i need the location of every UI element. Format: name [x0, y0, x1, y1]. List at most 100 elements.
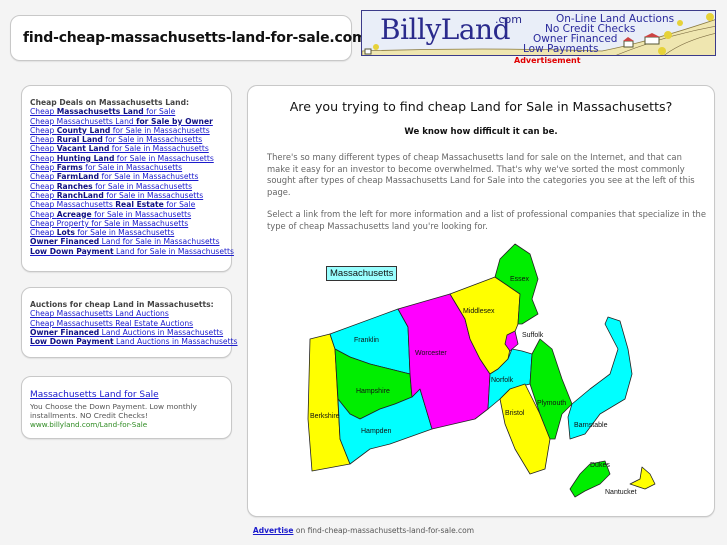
- county-label-essex: Essex: [510, 276, 530, 283]
- link-text-bold: Lots: [56, 228, 75, 238]
- deals-link[interactable]: Cheap County Land for Sale in Massachuse…: [30, 126, 234, 135]
- text-ad-box: Massachusetts Land for Sale You Choose t…: [21, 376, 232, 439]
- link-text-bold: Owner Financed: [30, 237, 100, 247]
- link-text-pre: Cheap: [30, 163, 57, 173]
- deals-link[interactable]: Cheap Massachusetts Land for Sale by Own…: [30, 117, 234, 126]
- advertise-link[interactable]: Advertise: [253, 526, 294, 535]
- link-text-post: Land for Sale in Massachusetts: [113, 246, 234, 256]
- link-text-post: for Sale: [163, 200, 196, 210]
- link-text-pre: Cheap: [30, 153, 57, 163]
- deals-link[interactable]: Cheap Hunting Land for Sale in Massachus…: [30, 154, 234, 163]
- county-barnstable: [567, 316, 633, 440]
- main-heading: Are you trying to find cheap Land for Sa…: [289, 99, 673, 114]
- deals-link[interactable]: Owner Financed Land for Sale in Massachu…: [30, 237, 234, 246]
- text-ad-title-link[interactable]: Massachusetts Land for Sale: [30, 390, 220, 400]
- link-text-pre: Cheap Massachusetts: [30, 200, 116, 210]
- deals-link[interactable]: Cheap Lots for Sale in Massachusetts: [30, 228, 234, 237]
- county-label-hampshire: Hampshire: [356, 388, 390, 395]
- main-content-box: Are you trying to find cheap Land for Sa…: [247, 85, 715, 517]
- deals-list: Cheap Deals on Massachusetts Land: Cheap…: [30, 98, 234, 256]
- site-title-box: find-cheap-massachusetts-land-for-sale.c…: [10, 15, 367, 61]
- text-ad-description: You Choose the Down Payment. Low monthly…: [30, 402, 197, 421]
- link-text-pre: Cheap: [30, 190, 57, 200]
- county-label-middlesex: Middlesex: [463, 308, 495, 315]
- map-title: Massachusetts: [326, 266, 398, 281]
- auctions-link[interactable]: Owner Financed Land Auctions in Massachu…: [30, 328, 238, 337]
- auctions-link[interactable]: Cheap Massachusetts Land Auctions: [30, 309, 238, 318]
- link-text-post: for Sale in Massachusetts: [114, 153, 214, 163]
- link-text-post: for Sale in Massachusetts: [110, 125, 210, 135]
- footer: Advertise on find-cheap-massachusetts-la…: [0, 526, 727, 535]
- advertisement-label: Advertisement: [514, 56, 581, 65]
- link-text-pre: Cheap Property for Sale in Massachusetts: [30, 218, 189, 228]
- county-label-franklin: Franklin: [354, 337, 379, 344]
- deals-link[interactable]: Cheap Massachusetts Real Estate for Sale: [30, 200, 234, 209]
- county-label-norfolk: Norfolk: [491, 377, 514, 384]
- deals-link[interactable]: Cheap Acreage for Sale in Massachusetts: [30, 210, 234, 219]
- link-text-post: for Sale in Massachusetts: [91, 209, 192, 219]
- link-text-pre: Cheap: [30, 125, 57, 135]
- link-text-post: Land Auctions in Massachusetts: [113, 337, 238, 347]
- link-text-pre: Cheap: [30, 107, 57, 117]
- county-label-suffolk: Suffolk: [522, 332, 544, 339]
- deals-link[interactable]: Low Down Payment Land for Sale in Massac…: [30, 247, 234, 256]
- link-text-bold: RanchLand: [56, 190, 104, 200]
- deals-link[interactable]: Cheap Farms for Sale in Massachusetts: [30, 163, 234, 172]
- county-label-plymouth: Plymouth: [537, 400, 566, 407]
- link-text-bold: County Land: [56, 125, 111, 135]
- deals-links: Cheap Massachusetts Land for Sale Cheap M…: [30, 107, 234, 256]
- billyland-logo-suffix: .com: [495, 13, 522, 26]
- link-text-pre: Cheap: [30, 144, 57, 154]
- link-text-bold: FarmLand: [56, 172, 100, 182]
- link-text-bold: Rural Land: [56, 135, 103, 145]
- link-text-pre: Cheap: [30, 209, 57, 219]
- link-text-post: for Sale in Massachusetts: [99, 172, 199, 182]
- deals-link[interactable]: Cheap FarmLand for Sale in Massachusetts: [30, 172, 234, 181]
- link-text-post: for Sale in Massachusetts: [109, 144, 209, 154]
- deals-link[interactable]: Cheap Vacant Land for Sale in Massachuse…: [30, 144, 234, 153]
- select-paragraph: Select a link from the left for more inf…: [267, 209, 707, 231]
- county-label-bristol: Bristol: [505, 410, 525, 417]
- link-text-bold: Real Estate: [115, 200, 164, 210]
- billyland-banner-ad[interactable]: BillyLand .com On-Line Land Auctions No …: [361, 10, 716, 56]
- billyland-logo: BillyLand: [380, 13, 511, 46]
- deals-heading: Cheap Deals on Massachusetts Land:: [30, 98, 190, 107]
- link-text-pre: Cheap: [30, 228, 57, 238]
- link-text-post: Land for Sale in Massachusetts: [99, 237, 220, 247]
- deals-link[interactable]: Cheap Property for Sale in Massachusetts: [30, 219, 234, 228]
- link-text-pre: Cheap: [30, 181, 57, 191]
- deals-box: Cheap Deals on Massachusetts Land: Cheap…: [21, 85, 234, 272]
- link-text-bold: Massachusetts Land: [56, 107, 144, 117]
- link-text-post: for Sale in Massachusetts: [74, 228, 175, 238]
- footer-text: on find-cheap-massachusetts-land-for-sal…: [293, 526, 475, 535]
- auctions-list: Auctions for cheap Land in Massachusetts…: [30, 300, 238, 346]
- link-text-bold: Farms: [56, 163, 83, 173]
- link-text-post: for Sale: [143, 107, 176, 117]
- county-label-dukes: Dukes: [590, 462, 610, 469]
- link-text-bold: Acreage: [56, 209, 92, 219]
- link-text-pre: Cheap Massachusetts Land: [30, 116, 137, 126]
- link-text-bold: Ranches: [56, 181, 93, 191]
- intro-paragraph: There's so many different types of cheap…: [267, 152, 695, 197]
- link-text-bold: Owner Financed: [30, 327, 100, 337]
- text-ad: Massachusetts Land for Sale You Choose t…: [30, 390, 220, 430]
- link-text-bold: Low Down Payment: [30, 246, 114, 256]
- link-text-bold: Hunting Land: [56, 153, 115, 163]
- county-label-hampden: Hampden: [361, 428, 391, 435]
- deals-link[interactable]: Cheap Rural Land for Sale in Massachuset…: [30, 135, 234, 144]
- auctions-link[interactable]: Low Down Payment Land Auctions in Massac…: [30, 337, 238, 346]
- link-text-post: Land Auctions in Massachusetts: [99, 327, 224, 337]
- county-label-worcester: Worcester: [415, 350, 447, 357]
- link-text-post: for Sale in Massachusetts: [92, 181, 193, 191]
- deals-link[interactable]: Cheap Massachusetts Land for Sale: [30, 107, 234, 116]
- link-text-post: for Sale in Massachusetts: [102, 135, 203, 145]
- auctions-heading: Auctions for cheap Land in Massachusetts…: [30, 300, 214, 309]
- text-ad-url[interactable]: www.billyland.com/Land-for-Sale: [30, 420, 220, 429]
- auctions-link[interactable]: Cheap Massachusetts Real Estate Auctions: [30, 319, 238, 328]
- county-label-nantucket: Nantucket: [605, 489, 637, 496]
- deals-link[interactable]: Cheap RanchLand for Sale in Massachusett…: [30, 191, 234, 200]
- link-text-post: for Sale in Massachusetts: [103, 190, 204, 200]
- deals-link[interactable]: Cheap Ranches for Sale in Massachusetts: [30, 182, 234, 191]
- link-text-pre: Cheap: [30, 135, 57, 145]
- link-text-pre: Cheap: [30, 172, 57, 182]
